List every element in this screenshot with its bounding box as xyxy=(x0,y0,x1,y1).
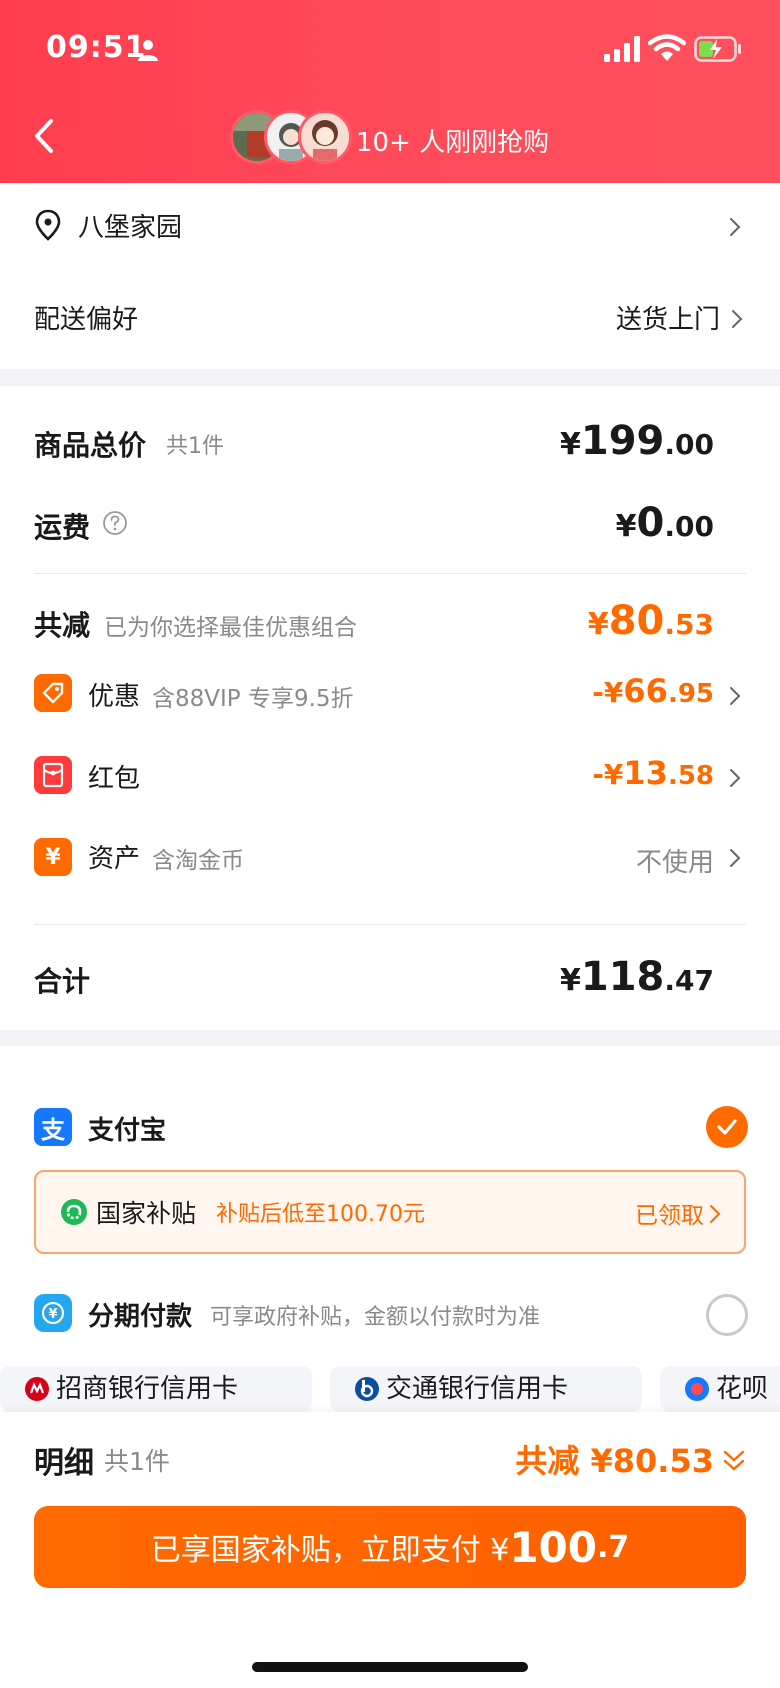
svg-text:¥: ¥ xyxy=(48,1307,57,1322)
discount-total: ¥80.53 xyxy=(587,598,714,644)
divider xyxy=(34,573,746,574)
national-subsidy-card[interactable]: 国家补贴 补贴后低至100.70元 已领取 xyxy=(34,1170,746,1254)
alipay-selected-check[interactable] xyxy=(706,1106,748,1148)
red-packet-value: -¥13.58 xyxy=(592,754,714,792)
huabei-icon xyxy=(685,1377,709,1401)
coupon-value: -¥66.95 xyxy=(592,672,714,710)
coupon-row[interactable]: 优惠 含88VIP 专享9.5折 -¥66.95 xyxy=(0,662,780,726)
signal-icon xyxy=(604,36,640,62)
coupon-note: 含88VIP 专享9.5折 xyxy=(152,686,354,712)
bank-card-label: 交通银行信用卡 xyxy=(386,1374,569,1404)
header-bar: 09:51 10+ 人刚刚抢购 xyxy=(0,0,780,183)
status-bar: 09:51 xyxy=(0,0,780,100)
price-summary-panel: 商品总价 共1件 ¥199.00 运费 ¥0.00 共减 已为你选择最佳优惠组合… xyxy=(0,386,780,1030)
status-time: 09:51 xyxy=(46,30,147,65)
assets-note: 含淘金币 xyxy=(152,848,244,874)
chevron-right-icon xyxy=(730,687,741,705)
buyer-avatars xyxy=(230,110,352,164)
yen-coin-icon: ¥ xyxy=(34,838,72,876)
delivery-value: 送货上门 xyxy=(615,305,720,335)
double-chevron-down-icon[interactable] xyxy=(722,1448,746,1474)
chevron-left-icon xyxy=(35,119,53,153)
pay-now-button[interactable]: 已享国家补贴，立即支付 ¥100.7 xyxy=(34,1506,746,1588)
subsidy-title: 国家补贴 xyxy=(96,1199,197,1228)
pay-amount-dec: .7 xyxy=(597,1529,630,1565)
back-button[interactable] xyxy=(24,112,64,160)
discount-label: 共减 xyxy=(34,609,91,642)
goods-total-label: 商品总价 xyxy=(34,429,147,462)
bank-card-cmb[interactable]: 招商银行信用卡 xyxy=(0,1366,312,1412)
divider xyxy=(34,924,746,925)
installment-note: 可享政府补贴，金额以付款时为准 xyxy=(210,1305,541,1330)
home-indicator xyxy=(252,1662,528,1672)
chevron-right-icon xyxy=(732,310,743,328)
recent-buyers-text: 10+ 人刚刚抢购 xyxy=(356,128,550,158)
bank-card-huabei[interactable]: 花呗 xyxy=(660,1366,780,1412)
pay-button-text: 已享国家补贴，立即支付 ¥ xyxy=(150,1533,510,1568)
red-packet-icon xyxy=(34,756,72,794)
wifi-icon xyxy=(648,34,686,61)
bank-card-bocom[interactable]: 交通银行信用卡 xyxy=(330,1366,642,1412)
alipay-option[interactable]: 支 支付宝 xyxy=(0,1090,780,1166)
battery-charging-icon xyxy=(694,36,741,62)
subsidy-icon xyxy=(61,1199,87,1225)
coupon-label: 优惠 xyxy=(88,682,141,712)
bank-card-label: 招商银行信用卡 xyxy=(56,1374,239,1404)
footer-discount[interactable]: 共减 ¥80.53 xyxy=(515,1436,714,1482)
delivery-preference-row[interactable]: 配送偏好 送货上门 xyxy=(0,269,780,369)
cmb-bank-icon xyxy=(25,1377,49,1401)
pay-amount-int: 100 xyxy=(509,1522,597,1572)
bocom-bank-icon xyxy=(355,1377,379,1401)
red-packet-label: 红包 xyxy=(88,764,141,794)
location-pin-icon xyxy=(35,209,61,241)
installment-icon: ¥ xyxy=(34,1294,72,1332)
detail-count: 共1件 xyxy=(104,1447,170,1476)
red-packet-row[interactable]: 红包 -¥13.58 xyxy=(0,746,780,810)
bank-card-label: 花呗 xyxy=(716,1374,769,1404)
chevron-right-icon xyxy=(730,849,741,867)
help-icon[interactable] xyxy=(102,510,128,536)
check-icon xyxy=(717,1119,737,1135)
alipay-label: 支付宝 xyxy=(88,1116,167,1146)
goods-total-price: ¥199.00 xyxy=(560,418,714,464)
installment-label: 分期付款 xyxy=(88,1302,193,1332)
installment-radio[interactable] xyxy=(706,1294,748,1336)
installment-option[interactable]: ¥ 分期付款 可享政府补贴，金额以付款时为准 xyxy=(0,1282,780,1348)
coupon-tag-icon xyxy=(34,674,72,712)
person-icon xyxy=(138,40,158,61)
total-label: 合计 xyxy=(34,965,91,998)
address-row[interactable]: 八堡家园 xyxy=(0,183,780,269)
goods-count: 共1件 xyxy=(166,434,224,459)
chevron-right-icon xyxy=(730,218,741,236)
shipping-label: 运费 xyxy=(34,511,91,544)
detail-label[interactable]: 明细 xyxy=(34,1438,94,1482)
subsidy-status: 已领取 xyxy=(635,1203,704,1229)
total-price: ¥118.47 xyxy=(560,954,714,1000)
alipay-icon: 支 xyxy=(34,1108,72,1146)
address-text: 八堡家园 xyxy=(78,213,183,243)
chevron-right-icon xyxy=(730,769,741,787)
assets-label: 资产 xyxy=(88,844,141,874)
shipping-price: ¥0.00 xyxy=(615,500,714,546)
discount-note: 已为你选择最佳优惠组合 xyxy=(104,615,357,641)
chevron-right-icon xyxy=(710,1205,721,1223)
avatar xyxy=(298,110,352,164)
address-panel: 八堡家园 配送偏好 送货上门 xyxy=(0,183,780,369)
delivery-label: 配送偏好 xyxy=(34,305,139,335)
assets-row[interactable]: ¥ 资产 含淘金币 不使用 xyxy=(0,826,780,890)
subsidy-note: 补贴后低至100.70元 xyxy=(216,1202,425,1227)
assets-value: 不使用 xyxy=(635,848,714,878)
